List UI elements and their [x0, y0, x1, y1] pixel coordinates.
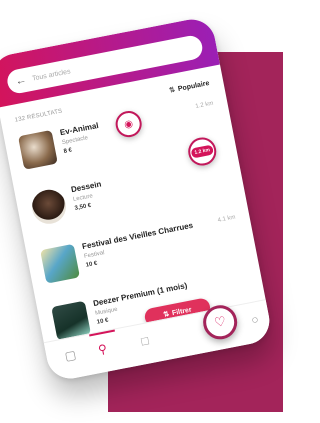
item-thumbnail — [40, 243, 80, 284]
sort-label: Populaire — [177, 79, 210, 93]
home-icon[interactable]: ▢ — [64, 347, 78, 363]
sort-icon: ⇅ — [168, 86, 176, 95]
eye-icon: ◉ — [123, 117, 134, 131]
user-icon[interactable]: ○ — [250, 312, 260, 327]
back-arrow-icon[interactable]: ← — [14, 74, 27, 88]
distance-badge-label: 1.2 km — [190, 144, 214, 159]
search-placeholder: Tous articles — [31, 67, 72, 83]
sort-dropdown[interactable]: ⇅ Populaire — [168, 79, 210, 95]
item-thumbnail — [29, 186, 69, 227]
app-header: ← Tous articles — [0, 15, 220, 108]
search-icon[interactable]: ⚲ — [97, 341, 108, 356]
results-count: 132 RÉSULTATS — [14, 108, 63, 124]
item-thumbnail — [17, 129, 58, 170]
message-icon[interactable]: □ — [140, 333, 150, 348]
